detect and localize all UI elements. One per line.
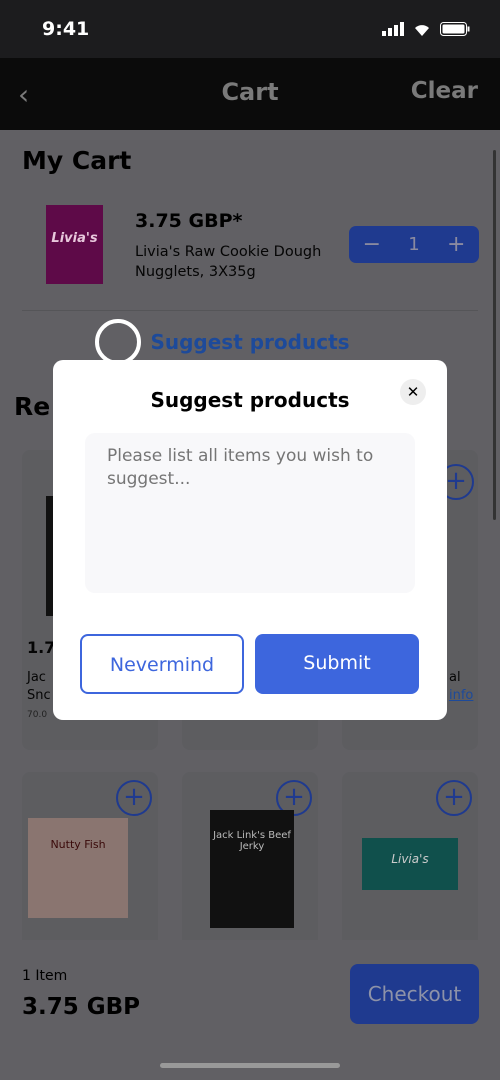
checkout-button[interactable]: Checkout [350,964,479,1024]
product-card[interactable]: + Jack Link's Beef Jerky [182,772,318,940]
product-image: Livia's [362,838,458,890]
item-name: Livia's Raw Cookie Dough Nugglets, 3X35g [135,242,321,282]
quantity-stepper[interactable]: − 1 + [349,226,479,263]
suggest-products-modal: Suggest products ✕ Nevermind Submit [53,360,447,720]
minus-icon[interactable]: − [363,232,381,257]
card-weight: 70.0 [27,710,48,720]
plus-icon[interactable]: + [447,232,465,257]
item-name-line1: Livia's Raw Cookie Dough [135,244,322,260]
clear-button[interactable]: Clear [411,78,478,104]
status-time: 9:41 [42,18,90,40]
product-image: Nutty Fish [28,818,128,918]
home-indicator [160,1063,340,1068]
card-name: Jac [27,670,46,685]
nav-header: ‹ Cart Clear [0,58,500,130]
item-count: 1 Item [22,968,68,984]
card-name-2: Snc [27,688,51,703]
quantity-value: 1 [408,234,420,255]
suggestion-input[interactable] [85,433,415,593]
card-price: 1.7 [27,638,56,657]
status-icons [382,22,470,36]
item-name-line2: Nugglets, 3X35g [135,264,256,280]
product-image: Jack Link's Beef Jerky [210,810,294,928]
info-link[interactable]: info [449,688,473,703]
suggest-products-link[interactable]: Suggest products [0,330,500,354]
close-icon[interactable]: ✕ [400,379,426,405]
cart-total: 3.75 GBP [22,994,141,1020]
status-bar: 9:41 [0,0,500,58]
product-card[interactable]: + Nutty Fish [22,772,158,940]
product-card[interactable]: + Livia's [342,772,478,940]
recommended-heading: Re [14,392,51,421]
add-icon[interactable]: + [436,780,472,816]
card-name: al [449,670,461,685]
product-image: Livia's [46,205,103,284]
add-icon[interactable]: + [116,780,152,816]
item-price: 3.75 GBP* [135,210,243,232]
submit-button[interactable]: Submit [255,634,419,694]
cart-footer: 1 Item 3.75 GBP Checkout [0,940,500,1080]
wifi-icon [415,25,429,36]
divider [22,310,478,311]
nevermind-button[interactable]: Nevermind [80,634,244,694]
battery-icon [440,22,470,36]
modal-title: Suggest products [150,388,350,412]
signal-icon [382,22,404,36]
cart-heading: My Cart [22,146,132,175]
